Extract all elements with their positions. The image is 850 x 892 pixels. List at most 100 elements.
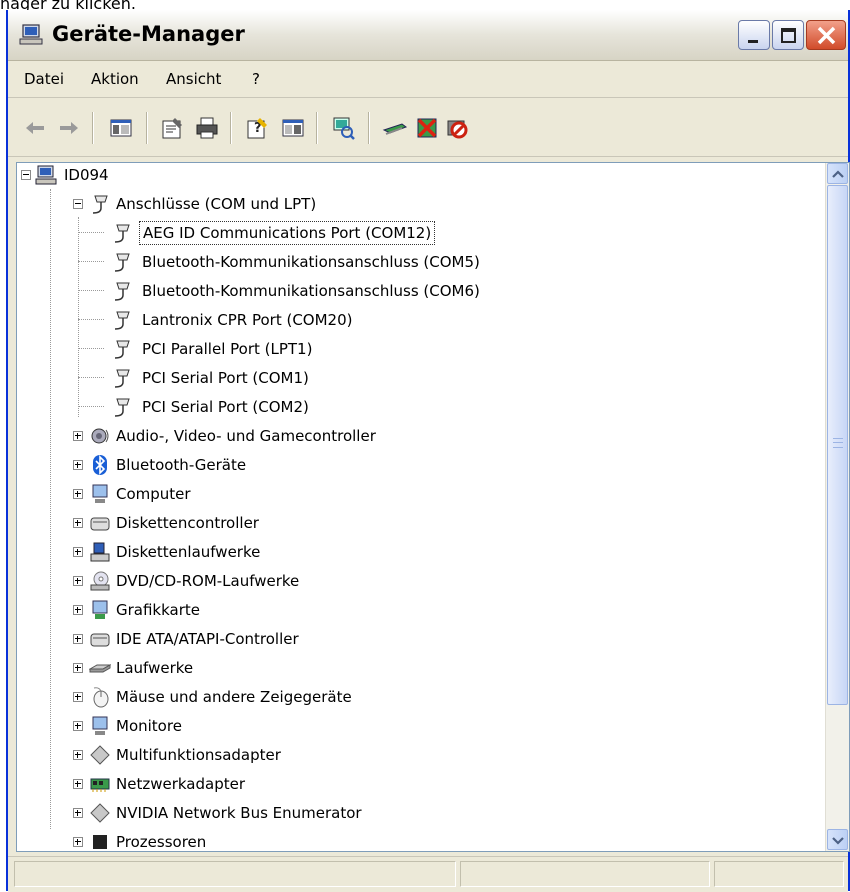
console-icon[interactable]: [280, 115, 306, 141]
expand-toggle[interactable]: [73, 460, 83, 470]
tree-line: [78, 217, 79, 417]
collapse-toggle[interactable]: [21, 170, 31, 180]
tree-item-aeg-com12[interactable]: AEG ID Communications Port (COM12): [103, 220, 523, 246]
expand-toggle[interactable]: [73, 547, 83, 557]
tree-item-bt-com6[interactable]: Bluetooth-Kommunikationsanschluss (COM6): [103, 278, 563, 304]
maximize-button[interactable]: [772, 20, 804, 50]
expand-toggle[interactable]: [73, 837, 83, 847]
close-button[interactable]: [806, 20, 846, 50]
tree-item-lantronix-com20[interactable]: Lantronix CPR Port (COM20): [103, 307, 503, 333]
tree-line: [78, 261, 104, 262]
tree-category-diskettencontroller[interactable]: Diskettencontroller: [73, 510, 573, 536]
tree-item-bt-com5[interactable]: Bluetooth-Kommunikationsanschluss (COM5): [103, 249, 563, 275]
scroll-thumb[interactable]: [827, 185, 848, 705]
vertical-scrollbar[interactable]: [825, 163, 849, 851]
floppy-drive-icon: [90, 542, 110, 562]
expand-toggle[interactable]: [73, 721, 83, 731]
disk-drive-icon: [89, 664, 111, 673]
expand-toggle[interactable]: [73, 692, 83, 702]
expand-toggle[interactable]: [73, 431, 83, 441]
toolbar: ?: [8, 98, 848, 157]
menu-bar: Datei Aktion Ansicht ?: [8, 61, 848, 98]
tree-category-anschluesse[interactable]: Anschlüsse (COM und LPT): [73, 191, 473, 217]
tree-category-maeuse[interactable]: Mäuse und andere Zeigegeräte: [73, 684, 573, 710]
menu-help[interactable]: ?: [252, 70, 260, 88]
print-icon[interactable]: [194, 115, 220, 141]
diamond-device-icon: [90, 745, 110, 765]
tree-category-laufwerke[interactable]: Laufwerke: [73, 655, 573, 681]
tree-item-pci-com1[interactable]: PCI Serial Port (COM1): [103, 365, 503, 391]
show-hide-tree-icon[interactable]: [108, 115, 134, 141]
tree-item-pci-com2[interactable]: PCI Serial Port (COM2): [103, 394, 503, 420]
expand-toggle[interactable]: [73, 489, 83, 499]
collapse-toggle[interactable]: [73, 199, 83, 209]
properties-icon[interactable]: [160, 115, 186, 141]
tree-category-prozessoren[interactable]: Prozessoren: [73, 829, 573, 851]
toolbar-separator: [316, 112, 318, 144]
toolbar-separator: [230, 112, 232, 144]
tree-root-label: ID094: [64, 166, 109, 184]
tree-item-label: DVD/CD-ROM-Laufwerke: [116, 572, 300, 590]
chevron-down-icon: [832, 837, 844, 845]
tree-category-dvd[interactable]: DVD/CD-ROM-Laufwerke: [73, 568, 573, 594]
expand-toggle[interactable]: [73, 779, 83, 789]
tree-line: [50, 189, 51, 829]
toolbar-separator: [92, 112, 94, 144]
tree-item-label: Bluetooth-Kommunikationsanschluss (COM5): [142, 253, 480, 271]
title-bar[interactable]: Geräte-Manager: [8, 10, 848, 61]
tree-item-label: PCI Serial Port (COM2): [142, 398, 309, 416]
tree-category-bluetooth[interactable]: Bluetooth-Geräte: [73, 452, 573, 478]
tree-item-pci-lpt1[interactable]: PCI Parallel Port (LPT1): [103, 336, 503, 362]
minimize-button[interactable]: [738, 20, 770, 50]
port-connector-icon: [114, 311, 130, 330]
tree-category-monitore[interactable]: Monitore: [73, 713, 573, 739]
tree-item-label: Audio-, Video- und Gamecontroller: [116, 427, 376, 445]
tree-line: [78, 319, 104, 320]
tree-item-label: IDE ATA/ATAPI-Controller: [116, 630, 299, 648]
expand-toggle[interactable]: [73, 663, 83, 673]
scan-hardware-icon[interactable]: [330, 115, 356, 141]
scroll-up-button[interactable]: [827, 163, 848, 184]
tree-root-id094[interactable]: ID094: [21, 163, 321, 188]
minimize-icon: [748, 40, 758, 43]
speaker-icon: [91, 428, 109, 444]
mouse-icon: [93, 687, 109, 708]
tree-category-nvidia[interactable]: NVIDIA Network Bus Enumerator: [73, 800, 573, 826]
tree-category-computer[interactable]: Computer: [73, 481, 573, 507]
tree-item-label: PCI Serial Port (COM1): [142, 369, 309, 387]
expand-toggle[interactable]: [73, 518, 83, 528]
tree-item-label: Prozessoren: [116, 833, 207, 851]
tree-category-audio[interactable]: Audio-, Video- und Gamecontroller: [73, 423, 573, 449]
scroll-down-button[interactable]: [827, 829, 848, 850]
tree-item-label: Computer: [116, 485, 191, 503]
forward-arrow-icon[interactable]: [56, 115, 82, 141]
window-title: Geräte-Manager: [52, 22, 245, 46]
device-tree[interactable]: ID094 Anschlüsse (COM und LPT) AEG ID Co…: [16, 162, 850, 852]
menu-aktion[interactable]: Aktion: [91, 70, 139, 88]
tree-item-label: Multifunktionsadapter: [116, 746, 281, 764]
uninstall-icon[interactable]: [414, 115, 440, 141]
expand-toggle[interactable]: [73, 750, 83, 760]
port-connector-icon: [114, 398, 130, 417]
tree-category-grafikkarte[interactable]: Grafikkarte: [73, 597, 573, 623]
menu-datei[interactable]: Datei: [24, 70, 64, 88]
disable-icon[interactable]: [444, 115, 470, 141]
tree-category-multifunktion[interactable]: Multifunktionsadapter: [73, 742, 573, 768]
back-arrow-icon[interactable]: [22, 115, 48, 141]
tree-item-label: Lantronix CPR Port (COM20): [142, 311, 353, 329]
expand-toggle[interactable]: [73, 576, 83, 586]
tree-category-ide[interactable]: IDE ATA/ATAPI-Controller: [73, 626, 573, 652]
status-bar: [8, 856, 848, 892]
expand-toggle[interactable]: [73, 605, 83, 615]
expand-toggle[interactable]: [73, 808, 83, 818]
tree-category-diskettenlaufwerke[interactable]: Diskettenlaufwerke: [73, 539, 573, 565]
tree-item-label: Diskettencontroller: [116, 514, 259, 532]
menu-ansicht[interactable]: Ansicht: [166, 70, 221, 88]
chevron-up-icon: [832, 170, 844, 178]
tree-category-netzwerk[interactable]: Netzwerkadapter: [73, 771, 573, 797]
help-icon[interactable]: ?: [244, 115, 270, 141]
tree-line: [78, 377, 104, 378]
update-driver-icon[interactable]: [382, 115, 408, 141]
expand-toggle[interactable]: [73, 634, 83, 644]
status-cell: [714, 861, 844, 887]
